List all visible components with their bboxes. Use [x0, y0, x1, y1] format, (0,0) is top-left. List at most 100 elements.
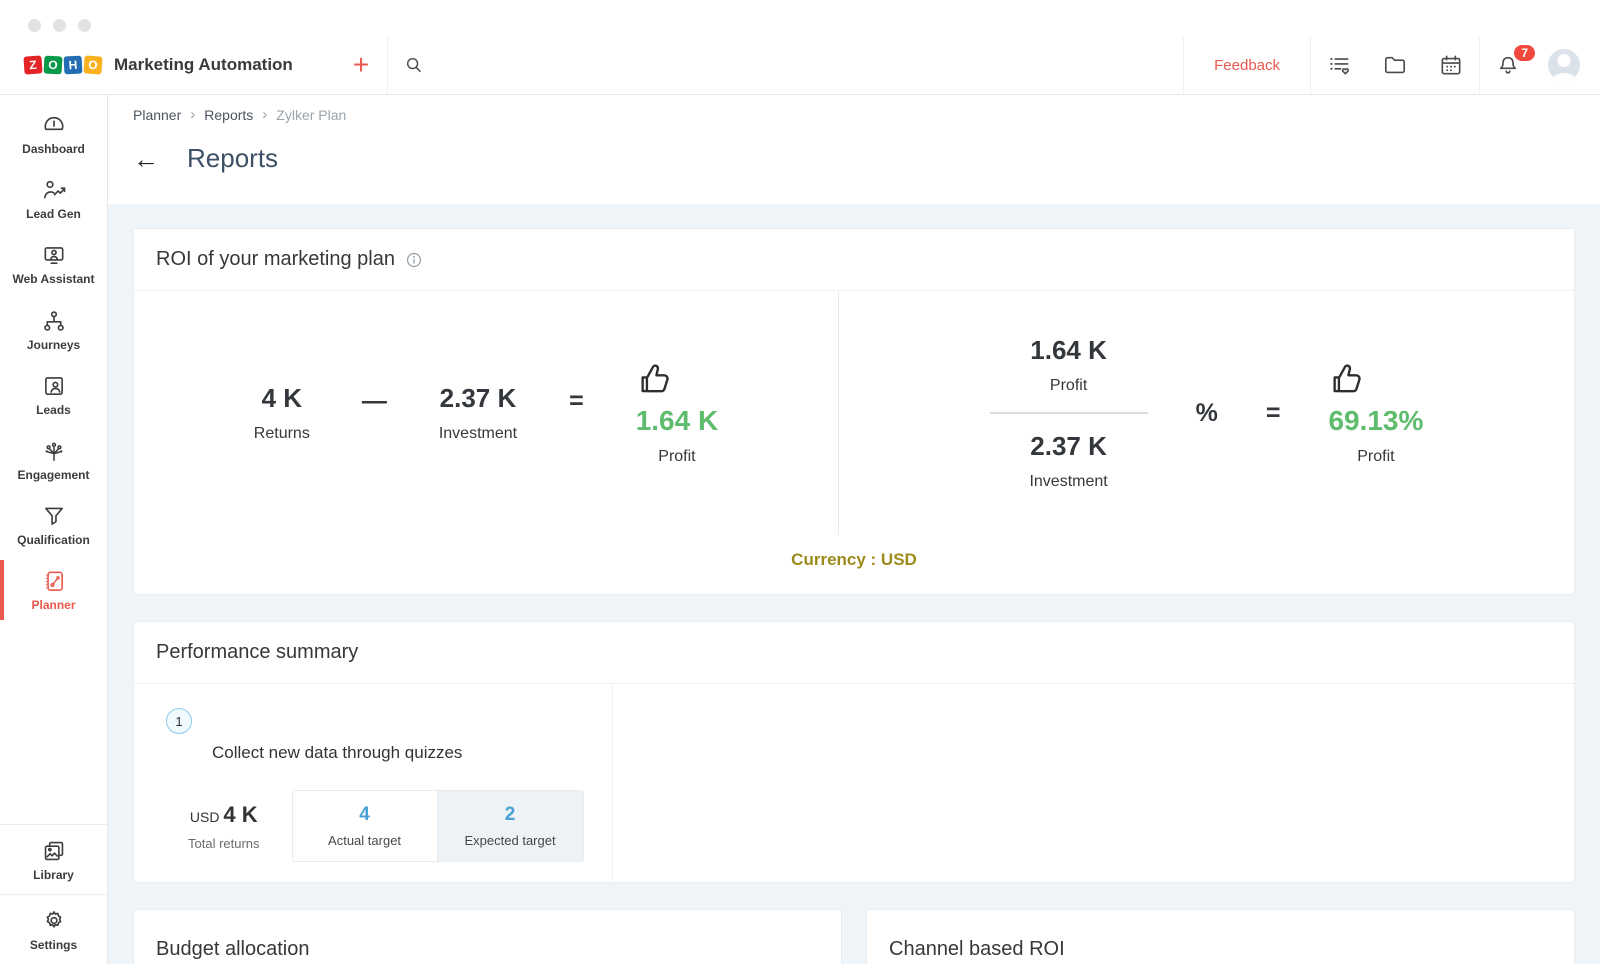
sidebar-item-label: Web Assistant	[12, 272, 95, 287]
brand: Z O H O Marketing Automation	[0, 55, 293, 75]
equals-operator: =	[569, 386, 584, 415]
planner-icon	[41, 568, 67, 594]
total-returns-block: USD 4 K Total returns	[188, 790, 260, 862]
actual-target-box: 4 Actual target	[291, 790, 438, 862]
window-close-button[interactable]	[28, 19, 41, 32]
returns-block: 4 K Returns	[254, 383, 310, 443]
window-minimize-button[interactable]	[53, 19, 66, 32]
logo-letter: H	[63, 55, 83, 75]
fraction-line	[989, 412, 1148, 414]
back-arrow-icon[interactable]: ←	[133, 146, 159, 172]
files-button[interactable]	[1367, 52, 1423, 78]
actual-target-label: Actual target	[328, 833, 402, 848]
notifications-button[interactable]: 7	[1480, 43, 1537, 78]
sidebar-item-label: Planner	[31, 598, 76, 613]
web-assistant-icon	[41, 242, 67, 268]
app-title: Marketing Automation	[114, 55, 293, 74]
minus-operator: —	[361, 386, 387, 415]
sidebar-item-label: Settings	[29, 937, 78, 952]
gauge-icon	[41, 112, 67, 138]
sidebar-item-dashboard[interactable]: Dashboard	[0, 101, 107, 166]
equals-operator: =	[1265, 398, 1281, 427]
total-returns-label: Total returns	[188, 835, 260, 851]
channel-roi-card: Channel based ROI	[866, 909, 1575, 964]
sidebar-item-label: Library	[33, 867, 74, 882]
library-icon	[41, 838, 67, 864]
profit-label: Profit	[658, 447, 696, 465]
roi-percentage-equation: 1.64 K Profit 2.37 K Investment % = 69.1…	[839, 291, 1574, 535]
sidebar-item-web-assistant[interactable]: Web Assistant	[0, 231, 107, 296]
returns-label: Returns	[253, 425, 310, 442]
task-number-badge: 1	[166, 708, 192, 734]
total-returns-currency: USD	[189, 808, 220, 825]
sidebar-item-library[interactable]: Library	[0, 823, 107, 894]
feedback-link[interactable]: Feedback	[1184, 57, 1310, 74]
top-bar: Z O H O Marketing Automation + Feedback	[0, 0, 1600, 95]
breadcrumb-separator: ›	[190, 106, 196, 123]
sidebar-item-label: Lead Gen	[26, 207, 81, 222]
sidebar-item-label: Qualification	[17, 533, 90, 548]
actual-target-value: 4	[359, 804, 370, 825]
sidebar-item-leads[interactable]: Leads	[0, 362, 107, 427]
budget-card-title: Budget allocation	[156, 938, 310, 960]
sidebar-item-lead-gen[interactable]: Lead Gen	[0, 166, 107, 231]
logo-letter: O	[43, 55, 63, 75]
task-title: Collect new data through quizzes	[212, 743, 463, 762]
denominator-value: 2.37 K	[1030, 431, 1107, 461]
journeys-icon	[41, 308, 67, 334]
user-avatar[interactable]	[1548, 49, 1580, 81]
logo-letter: O	[83, 55, 103, 75]
total-returns-value: 4 K	[223, 801, 258, 827]
roi-subtraction-equation: 4 K Returns — 2.37 K Investment = 1.64 K…	[134, 291, 839, 535]
expected-target-box: 2 Expected target	[437, 790, 584, 862]
page-header: Planner › Reports › Zylker Plan ← Report…	[108, 95, 1600, 204]
zoho-logo: Z O H O	[23, 55, 103, 75]
sidebar: Dashboard Lead Gen Web Assistant Journey…	[0, 95, 108, 964]
investment-block: 2.37 K Investment	[439, 383, 517, 443]
sidebar-item-engagement[interactable]: Engagement	[0, 427, 107, 492]
sidebar-item-qualification[interactable]: Qualification	[0, 492, 107, 557]
schedule-button[interactable]	[1423, 52, 1479, 78]
roi-percent-label: Profit	[1357, 447, 1395, 465]
expected-target-value: 2	[504, 804, 516, 825]
numerator-value: 1.64 K	[1030, 335, 1107, 365]
budget-allocation-card: Budget allocation	[133, 909, 842, 964]
folder-icon	[1382, 52, 1408, 78]
funnel-icon	[41, 503, 67, 529]
numerator-label: Profit	[1049, 377, 1088, 394]
expected-target-label: Expected target	[464, 833, 556, 848]
sidebar-item-planner[interactable]: Planner	[0, 557, 107, 622]
leads-icon	[41, 373, 67, 399]
profit-value: 1.64 K	[635, 404, 719, 436]
breadcrumb-planner[interactable]: Planner	[133, 107, 181, 123]
performance-summary-card: Performance summary 1 Collect new data t…	[133, 621, 1575, 883]
info-icon[interactable]	[405, 251, 423, 269]
returns-value: 4 K	[261, 383, 303, 413]
list-with-heart-icon	[1326, 52, 1352, 78]
roi-percent-value: 69.13%	[1328, 404, 1424, 436]
search-button[interactable]	[388, 54, 440, 76]
lead-gen-icon	[41, 177, 67, 203]
sidebar-item-settings[interactable]: Settings	[0, 893, 107, 964]
notification-badge: 7	[1512, 43, 1537, 63]
investment-value: 2.37 K	[439, 383, 517, 413]
breadcrumb-separator: ›	[262, 106, 268, 123]
percent-operator: %	[1195, 398, 1218, 427]
profit-result-block: 1.64 K Profit	[635, 361, 719, 466]
create-new-button[interactable]: +	[335, 51, 387, 79]
window-zoom-button[interactable]	[78, 19, 91, 32]
gear-icon	[41, 908, 67, 934]
thumbs-up-icon	[1328, 361, 1423, 399]
sidebar-item-journeys[interactable]: Journeys	[0, 297, 107, 362]
breadcrumb-reports[interactable]: Reports	[204, 107, 253, 123]
roi-card: ROI of your marketing plan 4 K Returns —	[133, 228, 1575, 595]
sidebar-item-label: Engagement	[17, 467, 90, 482]
roi-card-title: ROI of your marketing plan	[156, 248, 395, 270]
channel-card-title: Channel based ROI	[889, 938, 1065, 960]
tasks-button[interactable]	[1311, 52, 1367, 78]
investment-label: Investment	[438, 425, 518, 442]
roi-percent-result-block: 69.13% Profit	[1328, 361, 1423, 466]
breadcrumb-zylker-plan: Zylker Plan	[276, 106, 347, 123]
breadcrumb: Planner › Reports › Zylker Plan	[108, 104, 1600, 133]
